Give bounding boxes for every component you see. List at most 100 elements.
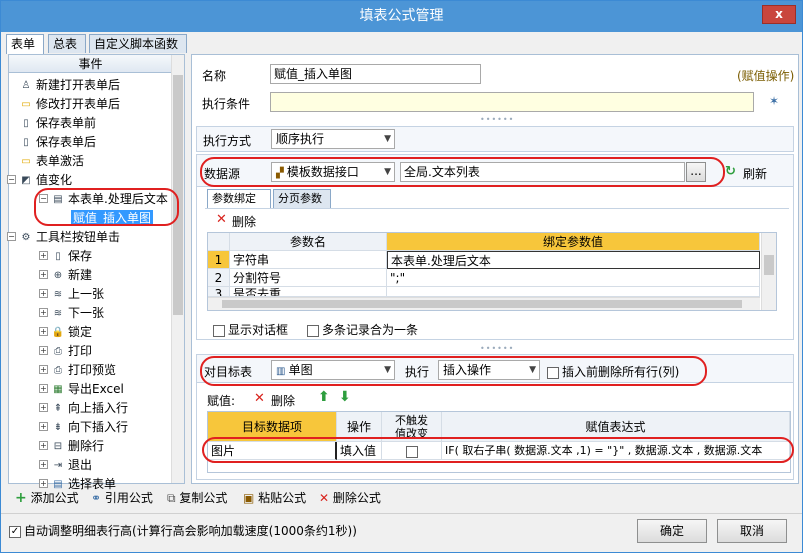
param-vscroll[interactable] <box>761 233 776 310</box>
expand-icon[interactable]: + <box>39 270 48 279</box>
tree-item[interactable]: + ⇥ 退出 <box>39 456 92 474</box>
splitter-grip-2[interactable]: •••••• <box>480 344 514 353</box>
condition-input[interactable] <box>270 92 754 112</box>
arrow-up-icon[interactable]: ⬆ <box>318 389 330 405</box>
delete-x-icon[interactable]: ✕ <box>216 212 227 227</box>
assign-delete-button[interactable]: 删除 <box>271 392 295 409</box>
expand-icon[interactable]: + <box>39 403 48 412</box>
tree-item[interactable]: + ⎙ 打印预览 <box>39 361 116 379</box>
expand-icon[interactable]: + <box>39 251 48 260</box>
refresh-icon[interactable]: ↻ <box>725 164 736 179</box>
tab-param-binding[interactable]: 参数绑定 <box>207 189 271 209</box>
delete-formula-button[interactable]: ✕ 删除公式 <box>319 487 381 509</box>
merge-records-checkbox[interactable] <box>307 324 319 337</box>
exec-op-select[interactable]: 插入操作 ▼ <box>438 360 540 380</box>
collapse-icon[interactable]: − <box>7 175 16 184</box>
tree-item[interactable]: + ≋ 上一张 <box>39 285 104 303</box>
excel-icon: ▦ <box>53 383 63 395</box>
tree-item[interactable]: ▯ 保存表单前 <box>19 114 96 132</box>
tree-item[interactable]: − ▤ 本表单.处理后文本 <box>39 190 168 208</box>
paste-formula-button[interactable]: ▣ 粘贴公式 <box>243 487 306 509</box>
assign-expr-cell[interactable]: IF( 取右子串( 数据源.文本 ,1) = "}" , 数据源.文本 , 数据… <box>442 442 790 460</box>
name-input[interactable]: 赋值_插入单图 <box>270 64 481 84</box>
assign-col-expr[interactable]: 赋值表达式 <box>442 412 790 442</box>
delete-all-checkbox[interactable] <box>547 366 559 379</box>
delete-x-icon[interactable]: ✕ <box>254 391 265 406</box>
tree-item[interactable]: ▭ 表单激活 <box>19 152 84 170</box>
expand-icon[interactable]: + <box>39 308 48 317</box>
delete-all-option[interactable]: 插入前删除所有行(列) <box>547 363 679 380</box>
no-trigger-checkbox[interactable] <box>405 445 418 458</box>
expand-icon[interactable]: + <box>39 289 48 298</box>
tree-item[interactable]: + ⇟ 向下插入行 <box>39 418 128 436</box>
tab-paging-param[interactable]: 分页参数 <box>273 189 331 208</box>
tree-item[interactable]: + ≋ 下一张 <box>39 304 104 322</box>
param-name-cell[interactable]: 分割符号 <box>230 269 387 287</box>
param-delete-button[interactable]: 删除 <box>232 213 256 230</box>
tree-item[interactable]: + ▦ 导出Excel <box>39 380 124 398</box>
ref-formula-button[interactable]: ⚭ 引用公式 <box>91 487 153 509</box>
add-formula-button[interactable]: + 添加公式 <box>15 487 79 509</box>
expand-icon[interactable]: + <box>39 327 48 336</box>
collapse-icon[interactable]: − <box>39 194 48 203</box>
tab-summary[interactable]: 总表 <box>48 34 86 53</box>
param-value-cell[interactable]: 本表单.处理后文本 <box>387 251 760 269</box>
assign-no-trigger-cell[interactable] <box>382 442 442 460</box>
assign-op-cell[interactable]: 填入值 <box>337 442 382 460</box>
assign-col-op[interactable]: 操作 <box>337 412 382 442</box>
merge-records-option[interactable]: 多条记录合为一条 <box>307 321 418 338</box>
tree-item[interactable]: 赋值_插入单图 <box>71 209 154 227</box>
tree-item[interactable]: − ◩ 值变化 <box>7 171 72 189</box>
show-dialog-checkbox[interactable] <box>213 324 225 337</box>
param-value-cell[interactable] <box>387 287 760 297</box>
show-dialog-option[interactable]: 显示对话框 <box>213 321 288 338</box>
expand-icon[interactable]: + <box>39 346 48 355</box>
target-table-select[interactable]: ▥ 单图 ▼ <box>271 360 395 380</box>
assign-col-target[interactable]: 目标数据项 <box>208 412 337 442</box>
cancel-button[interactable]: 取消 <box>717 519 787 543</box>
tree-item[interactable]: ♙ 新建打开表单后 <box>19 76 121 94</box>
param-name-cell[interactable]: 是否去重 <box>230 287 387 297</box>
collapse-icon[interactable]: − <box>7 232 16 241</box>
tree-item[interactable]: ▯ 保存表单后 <box>19 133 96 151</box>
param-name-cell[interactable]: 字符串 <box>230 251 387 269</box>
tree-item[interactable]: ▭ 修改打开表单后 <box>19 95 120 113</box>
tree-item[interactable]: + ⎙ 打印 <box>39 342 92 360</box>
tree-scroll-thumb[interactable] <box>173 75 183 315</box>
datasource-label: 数据源 <box>204 167 241 181</box>
copy-formula-button[interactable]: ⧉ 复制公式 <box>167 487 227 509</box>
param-hscroll[interactable] <box>208 297 760 310</box>
tree-item[interactable]: + 🔒 锁定 <box>39 323 92 341</box>
param-col-value[interactable]: 绑定参数值 <box>387 233 760 251</box>
tree-scrollbar[interactable] <box>171 55 184 483</box>
tree-item[interactable]: + ⇞ 向上插入行 <box>39 399 128 417</box>
expand-icon[interactable]: + <box>39 384 48 393</box>
expand-icon[interactable]: + <box>39 422 48 431</box>
param-col-name[interactable]: 参数名 <box>230 233 387 251</box>
tree-item-label: 新建 <box>68 268 93 282</box>
arrow-down-icon[interactable]: ⬇ <box>339 389 351 405</box>
tree-item[interactable]: + ▯ 保存 <box>39 247 92 265</box>
expand-icon[interactable]: + <box>39 441 48 450</box>
datasource-type-select[interactable]: ▞ 模板数据接口 ▼ <box>271 162 395 182</box>
browse-button[interactable]: ... <box>686 162 706 182</box>
splitter-grip-1[interactable]: •••••• <box>480 115 514 124</box>
refresh-button[interactable]: 刷新 <box>743 165 767 182</box>
auto-row-height-checkbox[interactable]: ✓ <box>9 525 21 538</box>
tab-custom-script[interactable]: 自定义脚本函数 <box>89 34 187 53</box>
param-value-cell[interactable]: ";" <box>387 269 760 287</box>
ok-button[interactable]: 确定 <box>637 519 707 543</box>
tab-form[interactable]: 表单 <box>6 34 44 54</box>
close-button[interactable]: x <box>762 5 796 24</box>
exec-mode-select[interactable]: 顺序执行 ▼ <box>271 129 395 149</box>
tree-item[interactable]: + ⊕ 新建 <box>39 266 93 284</box>
datasource-source-input[interactable]: 全局.文本列表 <box>400 162 685 182</box>
clear-icon[interactable]: ✶ <box>769 94 779 108</box>
expand-icon[interactable]: + <box>39 365 48 374</box>
auto-row-height-option[interactable]: ✓ 自动调整明细表行高(计算行高会影响加载速度(1000条约1秒)) <box>9 522 357 539</box>
tree-item[interactable]: − ⚙ 工具栏按钮单击 <box>7 228 120 246</box>
tree-item[interactable]: + ⊟ 删除行 <box>39 437 104 455</box>
assign-target-cell[interactable]: 图片 <box>208 442 337 460</box>
assign-col-no-trigger[interactable]: 不触发值改变 <box>382 412 442 442</box>
expand-icon[interactable]: + <box>39 460 48 469</box>
